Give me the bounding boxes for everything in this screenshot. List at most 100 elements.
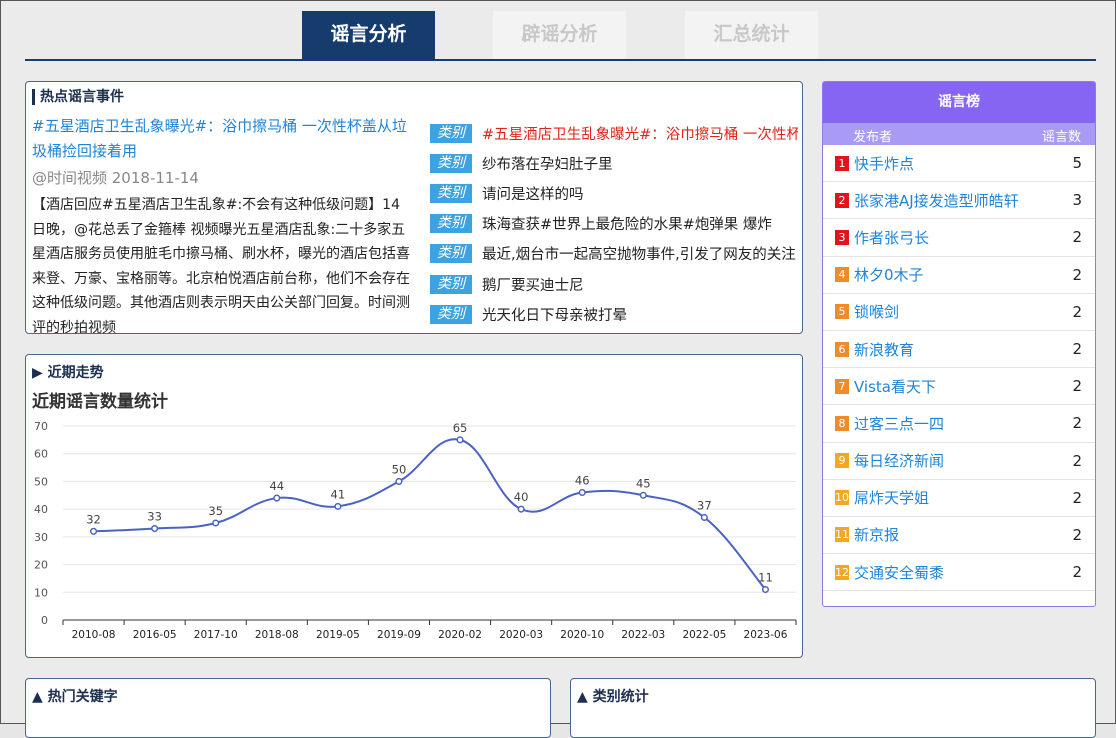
list-item[interactable]: 类别 纱布落在孕妇肚子里 [430,148,798,178]
x-tick-label: 2020-02 [438,629,482,641]
rank-number-badge: 1 [835,155,849,171]
data-label: 44 [269,479,284,493]
trend-panel: ▶ 近期走势 近期谣言数量统计 0 10 20 30 40 50 60 70 2010-08 20… [25,354,803,658]
rank-publisher-name[interactable]: 新京报 [854,524,1060,545]
tab-debunk-analysis[interactable]: 辟谣分析 [493,11,626,59]
rank-count: 2 [1072,302,1082,321]
data-label: 37 [697,498,712,512]
triangle-up-icon: ▲ [32,689,48,705]
rank-count: 5 [1072,154,1082,173]
rank-count: 2 [1072,451,1082,470]
hot-rumor-panel: 热点谣言事件 #五星酒店卫生乱象曝光#：浴巾擦马桶 一次性杯盖从垃圾桶捡回接着用… [25,81,803,334]
rank-publisher-name[interactable]: Vista看天下 [854,376,1060,397]
rank-publisher-name[interactable]: 过客三点一四 [854,413,1060,434]
category-tag: 类别 [430,244,472,264]
data-label: 46 [575,474,590,488]
rank-item[interactable]: 3 作者张弓长 2 [823,219,1095,257]
list-item[interactable]: 类别 #五星酒店卫生乱象曝光#：浴巾擦马桶 一次性杯盖从垃圾桶捡回接着用 [430,118,798,148]
list-item-text[interactable]: 请问是这样的吗 [482,183,584,204]
rank-publisher-name[interactable]: 新浪教育 [854,339,1060,360]
tab-underline [25,59,1096,61]
y-tick-label: 70 [34,420,48,433]
tab-rumor-analysis[interactable]: 谣言分析 [302,11,435,59]
rank-item[interactable]: 2 张家港AJ接发造型师皓轩 3 [823,182,1095,220]
rank-item[interactable]: 10 屌炸天学姐 2 [823,480,1095,517]
category-tag: 类别 [430,304,472,324]
list-item-text[interactable]: 鹅厂要买迪士尼 [482,274,584,295]
rank-count: 2 [1072,265,1082,284]
rank-count: 2 [1072,488,1082,507]
rank-publisher-name[interactable]: 张家港AJ接发造型师皓轩 [854,190,1060,211]
category-tag: 类别 [430,123,472,143]
rank-title: 谣言榜 [823,82,1095,123]
y-tick-label: 20 [34,559,48,572]
list-item-text[interactable]: #五星酒店卫生乱象曝光#：浴巾擦马桶 一次性杯盖从垃圾桶捡回接着用 [482,123,798,144]
series-line [93,438,767,591]
list-item[interactable]: 类别 珠海查获#世界上最危险的水果#炮弹果 爆炸 [430,209,798,239]
rank-number-badge: 4 [835,267,849,283]
y-tick-label: 10 [34,586,48,599]
rank-item[interactable]: 1 快手炸点 5 [823,145,1095,183]
x-tick-label: 2018-08 [255,629,299,641]
rank-item[interactable]: 8 过客三点一四 2 [823,405,1095,443]
rank-item[interactable]: 7 Vista看天下 2 [823,368,1095,406]
rank-number-badge: 3 [835,229,849,245]
rank-item[interactable]: 9 每日经济新闻 2 [823,443,1095,480]
list-item[interactable]: 类别 请问是这样的吗 [430,178,798,208]
tab-summary-stats[interactable]: 汇总统计 [685,11,818,59]
rank-item[interactable]: 12 交通安全蜀黍 2 [823,554,1095,592]
list-item[interactable]: 类别 鹅厂要买迪士尼 [430,269,798,299]
hot-rumor-headline[interactable]: #五星酒店卫生乱象曝光#：浴巾擦马桶 一次性杯盖从垃圾桶捡回接着用 [32,114,410,164]
rank-number-badge: 2 [835,192,849,208]
list-item[interactable]: 类别 光天化日下母亲被打晕 [430,299,798,329]
rank-publisher-name[interactable]: 作者张弓长 [854,227,1060,248]
list-item-text[interactable]: 光天化日下母亲被打晕 [482,304,627,325]
rank-publisher-name[interactable]: 锁喉剑 [854,301,1060,322]
data-point [700,513,708,522]
rank-count: 2 [1072,563,1082,582]
y-tick-label: 50 [34,475,48,488]
rank-publisher-name[interactable]: 每日经济新闻 [854,450,1060,471]
rank-publisher-name[interactable]: 交通安全蜀黍 [854,562,1060,583]
rank-count: 3 [1072,191,1082,210]
rank-publisher-name[interactable]: 屌炸天学姐 [854,487,1060,508]
data-point [89,527,98,535]
category-title: ▲ 类别统计 [577,689,649,705]
keywords-panel: ▲ 热门关键字 [25,678,551,738]
rank-publisher-name[interactable]: 快手炸点 [854,153,1060,174]
data-label: 40 [514,490,529,504]
x-tick-label: 2020-03 [499,629,543,641]
list-item-text[interactable]: 纱布落在孕妇肚子里 [482,153,613,174]
category-tag: 类别 [430,153,472,173]
rank-item[interactable]: 11 新京报 2 [823,517,1095,555]
rank-publisher-name[interactable]: 林夕0木子 [854,264,1060,285]
rumor-rank-panel: 谣言榜 发布者 谣言数 1 快手炸点 5 2 张家港AJ接发造型师皓轩 3 3 作者张弓长 2 4… [822,81,1096,607]
data-label: 50 [392,462,407,476]
keywords-title: ▲ 热门关键字 [32,689,118,705]
list-item-text[interactable]: 最近,烟台市一起高空抛物事件,引发了网友的关注 [482,243,796,264]
data-label: 35 [208,504,223,518]
rank-count: 2 [1072,414,1082,433]
data-point [151,524,159,533]
rank-item[interactable]: 4 林夕0木子 2 [823,257,1095,294]
list-item[interactable]: 类别 最近,烟台市一起高空抛物事件,引发了网友的关注 [430,239,798,269]
data-point [578,488,586,497]
rank-number-badge: 10 [835,490,849,506]
category-tag: 类别 [430,214,472,234]
data-label: 65 [453,421,468,435]
data-point [456,436,464,444]
rank-count: 2 [1072,228,1082,247]
data-point [212,519,220,527]
rank-item[interactable]: 6 新浪教育 2 [823,331,1095,369]
rank-item[interactable]: 5 锁喉剑 2 [823,294,1095,331]
data-label: 33 [147,510,162,524]
col-count: 谣言数 [1041,130,1081,145]
rank-number-badge: 9 [835,453,849,469]
col-publisher: 发布者 [853,130,893,145]
hot-rumor-list: 类别#五星酒店卫生乱象曝光#：浴巾擦马桶 一次性杯盖从垃圾桶捡回接着用 类别纱布… [430,118,798,329]
triangle-up-icon: ▲ [577,689,593,705]
list-item-text[interactable]: 珠海查获#世界上最危险的水果#炮弹果 爆炸 [482,213,772,234]
data-point [761,585,770,594]
rank-number-badge: 5 [835,304,849,320]
x-tick-label: 2022-05 [682,629,726,641]
